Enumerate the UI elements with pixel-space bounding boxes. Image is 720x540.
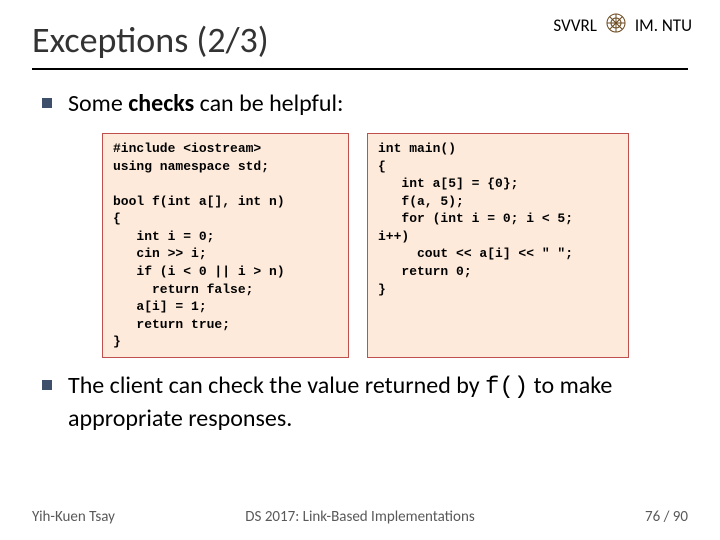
footer: Yih-Kuen Tsay DS 2017: Link-Based Implem… (0, 508, 720, 526)
bullet-1-text: Some checks can be helpful: (68, 88, 343, 119)
square-bullet-icon (42, 380, 52, 390)
footer-page: 76 / 90 (645, 508, 688, 526)
footer-author: Yih-Kuen Tsay (32, 508, 115, 526)
bullet-2: The client can check the value returned … (42, 370, 678, 434)
code-box-right: int main() { int a[5] = {0}; f(a, 5); fo… (367, 133, 629, 358)
code-box-left: #include <iostream> using namespace std;… (102, 133, 349, 358)
footer-course: DS 2017: Link-Based Implementations (245, 508, 474, 526)
content-area: Some checks can be helpful: #include <io… (0, 70, 720, 434)
bullet-1: Some checks can be helpful: (42, 88, 678, 119)
square-bullet-icon (42, 98, 52, 108)
org-right-label: IM. NTU (635, 15, 692, 36)
b1-strong: checks (128, 89, 194, 118)
org-left-label: SVVRL (553, 15, 596, 36)
header: SVVRL IM. NTU Exceptions (2/3) (0, 0, 720, 62)
bullet-2-text: The client can check the value returned … (68, 370, 678, 434)
ntu-logo-icon (605, 12, 627, 39)
header-right: SVVRL IM. NTU (553, 12, 692, 39)
code-row: #include <iostream> using namespace std;… (102, 133, 678, 358)
b2-prefix: The client can check the value returned … (68, 371, 485, 400)
b1-suffix: can be helpful: (194, 89, 343, 118)
b1-prefix: Some (68, 89, 128, 118)
b2-code: f() (485, 374, 528, 401)
